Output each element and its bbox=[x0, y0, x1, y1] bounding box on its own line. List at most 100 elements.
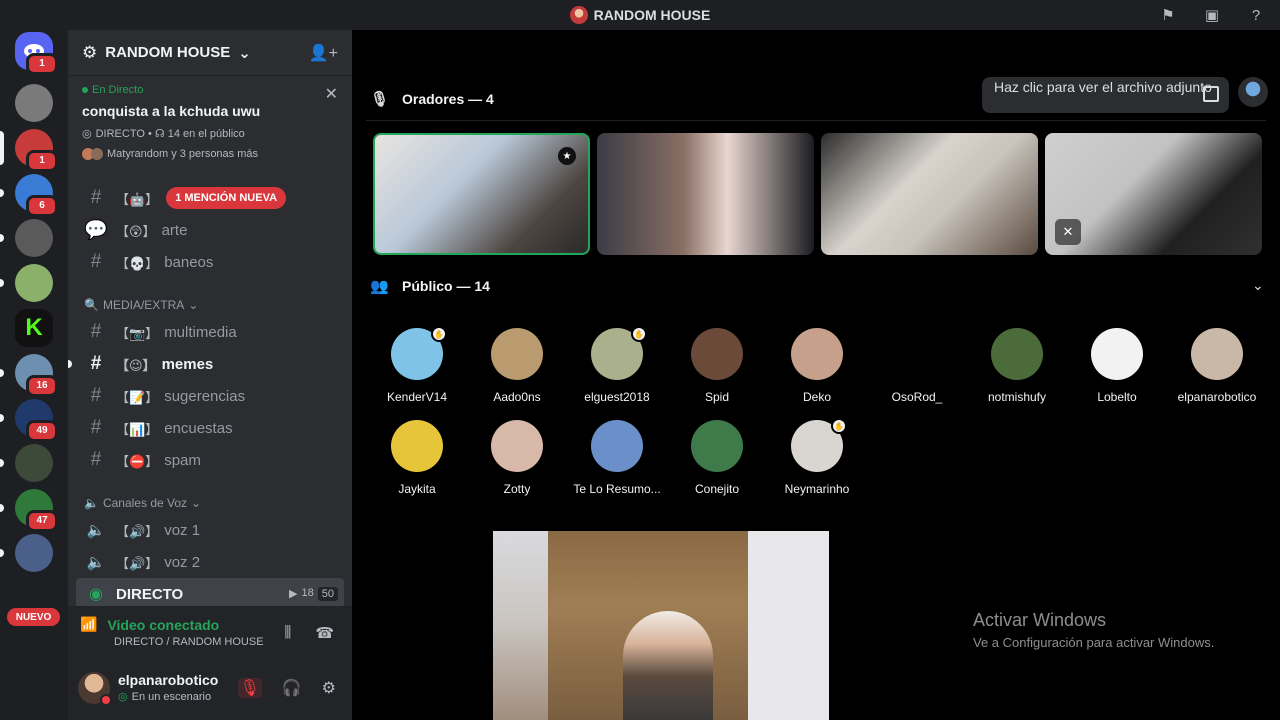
help-icon[interactable]: ? bbox=[1246, 5, 1266, 25]
stage-icon: ◉ bbox=[89, 586, 103, 603]
category-media-extra[interactable]: 🔍 MEDIA/EXTRA ⌄ bbox=[84, 298, 198, 312]
stage-count: 18 bbox=[301, 587, 314, 599]
avatar: ✋ bbox=[591, 326, 647, 380]
user-panel: elpanarobotico ◎ En un escenario 🎙 🎧 ⚙ bbox=[68, 662, 352, 720]
mention-badge[interactable]: 1 MENCIÓN NUEVA bbox=[166, 187, 287, 209]
speakers-header: 🎙 Oradores — 4 bbox=[370, 91, 494, 108]
channel-item-general[interactable]: # 【🤖】 1 MENCIÓN NUEVA bbox=[76, 182, 344, 214]
gear-icon[interactable]: ⚙ bbox=[322, 678, 336, 698]
audience-member[interactable]: Jaykita bbox=[367, 420, 467, 496]
speaker-icon: 🔈 bbox=[84, 496, 99, 510]
kick-server-icon[interactable]: K bbox=[15, 309, 53, 347]
headphones-icon[interactable]: 🎧 bbox=[282, 678, 302, 698]
noise-suppression-icon[interactable]: ⫼ bbox=[284, 624, 291, 642]
category-voice-channels[interactable]: 🔈 Canales de Voz ⌄ bbox=[84, 496, 201, 510]
audience-member[interactable]: elpanarobotico bbox=[1167, 328, 1267, 404]
stage-participants: Matyrandom y 3 personas más bbox=[107, 148, 259, 160]
chevron-down-icon: ⌄ bbox=[188, 298, 199, 312]
flag-icon[interactable]: ⚑ bbox=[1158, 5, 1178, 25]
server-icon[interactable] bbox=[0, 444, 53, 482]
notification-badge: 16 bbox=[26, 375, 58, 397]
speaker-video-tile[interactable]: ✕ bbox=[1045, 133, 1262, 255]
channel-sidebar: ⚙ RANDOM HOUSE ⌄ 👤+ En Directo conquista a… bbox=[68, 30, 352, 720]
audience-member[interactable]: Aado0ns bbox=[467, 328, 567, 404]
server-icon[interactable]: 6 bbox=[0, 174, 58, 217]
audience-member[interactable]: ✋ elguest2018 bbox=[567, 326, 667, 404]
notification-badge: 47 bbox=[26, 510, 58, 532]
server-icon[interactable]: 47 bbox=[0, 489, 58, 532]
avatar bbox=[391, 420, 443, 472]
avatar bbox=[991, 328, 1043, 380]
channel-item-memes[interactable]: # 【😉】 memes bbox=[68, 348, 344, 380]
voice-channel-voz-1[interactable]: 🔈 【🔊】 voz 1 bbox=[76, 514, 344, 546]
raised-hand-icon: ✋ bbox=[831, 418, 847, 434]
server-icon[interactable] bbox=[0, 534, 53, 572]
voice-channel-voz-2[interactable]: 🔈 【🔊】 voz 2 bbox=[76, 546, 344, 578]
server-icon-random-house[interactable]: 1 bbox=[0, 129, 58, 172]
channel-item-baneos[interactable]: # 【💀】 baneos bbox=[76, 246, 344, 278]
audience-member[interactable]: Deko bbox=[767, 328, 867, 404]
voice-state[interactable]: Video conectado bbox=[107, 617, 219, 633]
avatar[interactable] bbox=[1238, 77, 1268, 107]
avatar bbox=[791, 328, 843, 380]
server-header[interactable]: ⚙ RANDOM HOUSE ⌄ 👤+ bbox=[68, 30, 352, 76]
gear-icon: ⚙ bbox=[82, 42, 98, 62]
stage-view: 🎙 Oradores — 4 Haz clic para ver el archi… bbox=[352, 30, 1280, 720]
audience-member[interactable]: ✋ KenderV14 bbox=[367, 326, 467, 404]
channel-item-arte[interactable]: 💬 【😲】 arte bbox=[76, 214, 344, 246]
chevron-down-icon: ⌄ bbox=[238, 44, 251, 62]
focused-video-stream[interactable] bbox=[493, 531, 829, 720]
channel-item-spam[interactable]: # 【⛔】 spam bbox=[76, 444, 344, 476]
avatar bbox=[591, 420, 643, 472]
chevron-down-icon[interactable]: ⌄ bbox=[1252, 277, 1264, 294]
image-icon bbox=[1203, 86, 1219, 102]
notification-badge: 49 bbox=[26, 420, 58, 442]
avatar: ✋ bbox=[791, 418, 847, 472]
attachment-button[interactable]: Haz clic para ver el archivo adjunto bbox=[982, 77, 1229, 113]
audience-member[interactable]: Conejito bbox=[667, 420, 767, 496]
audience-member[interactable]: ✋ Neymarinho bbox=[767, 418, 867, 496]
server-icon bbox=[569, 6, 588, 24]
inbox-icon[interactable]: ▣ bbox=[1202, 5, 1222, 25]
live-stage-card[interactable]: En Directo conquista a la kchuda uwu ◎ DI… bbox=[68, 76, 352, 164]
speaker-video-tile[interactable] bbox=[821, 133, 1038, 255]
audience-member[interactable]: Zotty bbox=[467, 420, 567, 496]
audience-member[interactable]: notmishufy bbox=[967, 328, 1067, 404]
audience-member[interactable]: Spid bbox=[667, 328, 767, 404]
server-list: 1 1 6 K 16 49 47 NUEVO bbox=[0, 30, 68, 720]
speaker-video-tile[interactable] bbox=[597, 133, 814, 255]
audience-member[interactable]: Te Lo Resumo... bbox=[567, 420, 667, 496]
hash-icon: # bbox=[90, 251, 102, 272]
avatar bbox=[491, 420, 543, 472]
signal-icon: 📶 bbox=[80, 616, 98, 632]
notification-badge: 6 bbox=[26, 195, 58, 217]
server-icon[interactable]: 49 bbox=[0, 399, 58, 442]
speaker-video-tile[interactable]: ★ bbox=[373, 133, 590, 255]
close-icon[interactable]: ✕ bbox=[325, 84, 338, 104]
channel-item-sugerencias[interactable]: # 【📝】 sugerencias bbox=[76, 380, 344, 412]
moderator-shield-icon: ★ bbox=[558, 147, 576, 165]
search-icon: 🔍 bbox=[84, 298, 99, 312]
server-icon[interactable]: 16 bbox=[0, 354, 58, 397]
avatar[interactable] bbox=[78, 672, 112, 706]
audience-header: 👥 Público — 14 bbox=[370, 278, 490, 295]
avatar bbox=[491, 328, 543, 380]
speaker-icon: 🔈 bbox=[86, 554, 106, 571]
channel-item-multimedia[interactable]: # 【📷】 multimedia bbox=[76, 316, 344, 348]
mic-muted-icon: ✕ bbox=[1055, 219, 1081, 245]
disconnect-icon[interactable]: ☎ bbox=[315, 624, 334, 642]
mic-muted-icon[interactable]: 🎙 bbox=[237, 678, 262, 698]
channel-item-encuestas[interactable]: # 【📊】 encuestas bbox=[76, 412, 344, 444]
server-icon[interactable] bbox=[15, 84, 53, 122]
server-icon[interactable] bbox=[0, 264, 53, 302]
audience-member[interactable]: Lobelto bbox=[1067, 328, 1167, 404]
audience-member[interactable]: OsoRod_ bbox=[867, 328, 967, 404]
server-icon[interactable] bbox=[0, 219, 53, 257]
invite-people-icon[interactable]: 👤+ bbox=[309, 43, 338, 63]
microphone-icon: 🎙 bbox=[370, 91, 390, 108]
new-badge[interactable]: NUEVO bbox=[7, 608, 60, 626]
avatar bbox=[691, 328, 743, 380]
username[interactable]: elpanarobotico bbox=[118, 672, 218, 688]
avatar bbox=[891, 328, 943, 380]
discord-home-icon[interactable]: 1 bbox=[15, 32, 58, 75]
